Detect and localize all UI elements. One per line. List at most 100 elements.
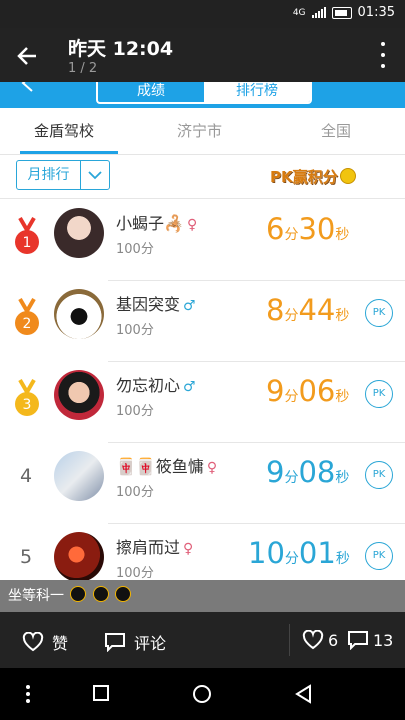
- gender-icon: ♂: [183, 379, 196, 395]
- user-score: 100分: [116, 242, 154, 257]
- home-icon[interactable]: [192, 684, 212, 708]
- menu-dots-icon[interactable]: [24, 684, 32, 708]
- user-score: 100分: [116, 485, 154, 500]
- segment-control: 成绩 排行榜: [96, 82, 312, 104]
- avatar: [54, 370, 104, 420]
- arrow-left-icon: [17, 47, 36, 65]
- leaderboard-row: 4 🀄🀄筱鱼慵 ♀ 100分 9分08秒 PK: [0, 443, 405, 524]
- leaderboard-image: 成绩 排行榜 金盾驾校 济宁市 全国 月排行 PK赢积分 1 小蝎子🦂 ♀ 100分 6…: [0, 82, 405, 580]
- second-unit: 秒: [335, 551, 350, 567]
- user-name: 基因突变 ♂: [116, 291, 196, 315]
- leaderboard-row: 2 基因突变 ♂ 100分 8分44秒 PK: [0, 281, 405, 362]
- penguin-emoji-icon: [70, 586, 87, 602]
- nav-back-icon[interactable]: [294, 684, 314, 708]
- viewer-title: 昨天 12:04: [68, 38, 174, 60]
- time-minutes: 6: [266, 212, 285, 246]
- app-top-bar: 成绩 排行榜: [0, 82, 405, 108]
- system-nav-bar: [0, 668, 405, 720]
- rank-number: 5: [20, 546, 33, 568]
- viewer-header: 昨天 12:04 1 / 2: [0, 28, 405, 82]
- time-seconds: 08: [298, 455, 336, 489]
- time-seconds: 44: [298, 293, 336, 327]
- user-score: 100分: [116, 323, 154, 338]
- avatar: [54, 451, 104, 501]
- tab-city: 济宁市: [177, 122, 223, 140]
- comment-count[interactable]: 13: [347, 630, 393, 650]
- minute-unit: 分: [284, 227, 299, 243]
- user-name-text: 基因突变: [116, 295, 181, 314]
- scope-tabs: 金盾驾校 济宁市 全国: [0, 108, 405, 155]
- period-filter: 月排行: [16, 160, 110, 190]
- segment-scores: 成绩: [137, 83, 165, 99]
- leaderboard-row: 3 勿忘初心 ♂ 100分 9分06秒 PK: [0, 362, 405, 443]
- like-button[interactable]: 赞: [22, 630, 68, 654]
- like-count[interactable]: 6: [302, 630, 338, 650]
- minute-unit: 分: [284, 389, 299, 405]
- signal-icon: [311, 7, 326, 18]
- user-name-text: 擦肩而过: [116, 538, 181, 557]
- pk-button: PK: [365, 380, 393, 408]
- segment-ranking: 排行榜: [204, 82, 310, 102]
- minute-unit: 分: [284, 308, 299, 324]
- minute-unit: 分: [284, 470, 299, 486]
- user-name: 🀄🀄筱鱼慵 ♀: [116, 453, 217, 477]
- like-count-value: 6: [328, 630, 339, 650]
- more-options-button[interactable]: [379, 42, 387, 68]
- tab-underline: [20, 151, 118, 154]
- avatar: [54, 532, 104, 580]
- back-button[interactable]: [14, 42, 42, 70]
- penguin-emoji-icon: [92, 586, 109, 602]
- gender-icon: ♀: [186, 217, 198, 233]
- second-unit: 秒: [335, 389, 350, 405]
- leaderboard-row: 5 擦肩而过 ♀ 100分 10分01秒 PK: [0, 524, 405, 580]
- rank-number: 3: [23, 397, 32, 413]
- user-name: 勿忘初心 ♂: [116, 372, 196, 396]
- user-name-text: 小蝎子🦂: [116, 214, 184, 233]
- medal-icon: 1: [15, 216, 39, 254]
- pk-button: PK: [365, 542, 393, 570]
- medal-icon: 2: [15, 297, 39, 335]
- post-caption: 坐等科一: [0, 580, 405, 612]
- status-time: 01:35: [357, 5, 395, 20]
- comment-icon: [105, 633, 125, 652]
- exam-time: 9分08秒: [266, 455, 349, 489]
- chevron-down-icon: [80, 161, 109, 189]
- gender-icon: ♀: [183, 541, 194, 557]
- pk-button: PK: [365, 299, 393, 327]
- rank-number: 4: [20, 465, 33, 487]
- time-minutes: 9: [266, 374, 285, 408]
- comment-icon: [348, 631, 368, 650]
- user-score: 100分: [116, 566, 154, 580]
- heart-icon: [22, 632, 44, 652]
- caption-text: 坐等科一: [8, 588, 64, 604]
- user-name: 小蝎子🦂 ♀: [116, 210, 197, 234]
- pk-button: PK: [365, 461, 393, 489]
- user-score: 100分: [116, 404, 154, 419]
- gender-icon: ♀: [206, 460, 218, 476]
- avatar: [54, 208, 104, 258]
- medal-icon: 3: [15, 378, 39, 416]
- time-minutes: 8: [266, 293, 285, 327]
- pk-banner-text: PK赢积分: [270, 167, 338, 186]
- time-seconds: 06: [298, 374, 336, 408]
- penguin-emoji-icon: [115, 586, 132, 602]
- comment-label: 评论: [134, 634, 167, 653]
- exam-time: 10分01秒: [248, 536, 350, 570]
- exam-time: 6分30秒: [266, 212, 349, 246]
- filter-label: 月排行: [27, 167, 70, 183]
- time-minutes: 9: [266, 455, 285, 489]
- avatar: [54, 289, 104, 339]
- time-minutes: 10: [248, 536, 285, 570]
- recent-apps-icon[interactable]: [92, 684, 110, 706]
- rank-number: 2: [23, 316, 32, 332]
- second-unit: 秒: [335, 308, 350, 324]
- chevron-left-icon: [21, 82, 33, 92]
- leaderboard-row: 1 小蝎子🦂 ♀ 100分 6分30秒: [0, 200, 405, 281]
- battery-icon: [331, 6, 352, 19]
- comment-button[interactable]: 评论: [104, 630, 166, 654]
- time-seconds: 30: [298, 212, 336, 246]
- exam-time: 9分06秒: [266, 374, 349, 408]
- status-icons: 4G 01:35: [293, 5, 395, 20]
- comment-count-value: 13: [373, 630, 394, 650]
- exam-time: 8分44秒: [266, 293, 349, 327]
